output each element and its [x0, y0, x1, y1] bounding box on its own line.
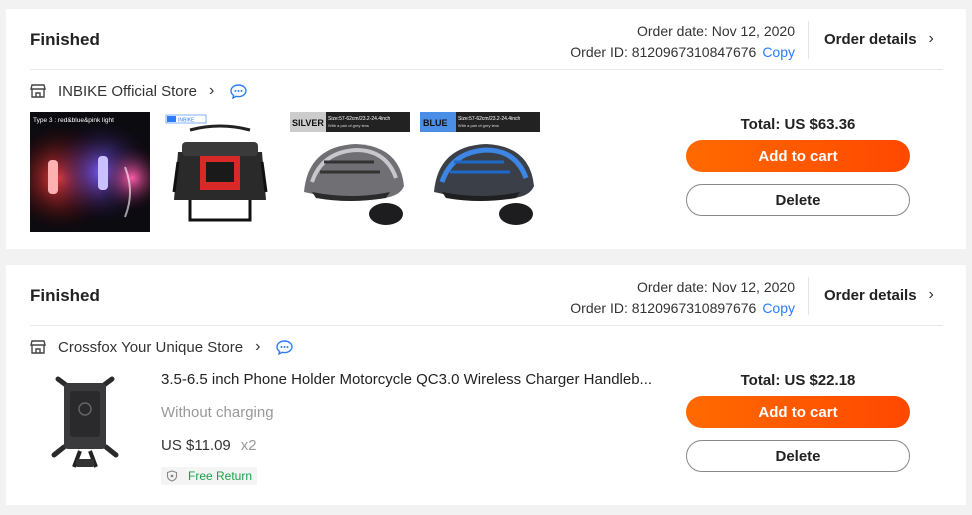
add-to-cart-button[interactable]: Add to cart	[686, 140, 910, 172]
product-thumbnail[interactable]: SILVER Size:57-62cm/23.2-24.4inch With a…	[290, 112, 410, 232]
product-thumbnail[interactable]: INBIKE	[160, 112, 280, 232]
blue-helmet-image: BLUE Size:57-62cm/23.2-24.4inch With a p…	[420, 112, 540, 225]
product-quantity: x2	[240, 437, 257, 454]
order-date: Order date: Nov 12, 2020	[637, 279, 795, 295]
phone-holder-image	[51, 376, 119, 468]
chat-icon[interactable]	[276, 339, 294, 355]
chat-icon[interactable]	[230, 83, 247, 99]
thumbnail-tag: BLUE	[423, 118, 448, 128]
divider	[30, 325, 943, 326]
chevron-right-icon: ›	[928, 30, 934, 47]
product-thumbnail[interactable]: Type 3 : red&blue&pink light	[30, 112, 150, 232]
chevron-right-icon[interactable]: ›	[209, 82, 214, 100]
product-sku: Without charging	[161, 404, 274, 421]
shop-icon	[30, 84, 46, 98]
order-details-link[interactable]: Order details ›	[824, 286, 934, 304]
order-details-label: Order details	[824, 30, 917, 48]
product-price-row: US $11.09 x2	[161, 437, 257, 454]
order-details-link[interactable]: Order details ›	[824, 30, 934, 48]
order-card: Finished Order date: Nov 12, 2020 Order …	[6, 9, 966, 249]
thumbnail-tag: SILVER	[292, 118, 324, 128]
order-details-label: Order details	[824, 286, 917, 304]
order-total: Total: US $22.18	[740, 372, 856, 389]
product-price: US $11.09	[161, 437, 231, 454]
handlebar-bag-image: INBIKE	[165, 114, 268, 222]
store-name[interactable]: INBIKE Official Store	[58, 83, 197, 100]
add-to-cart-button[interactable]: Add to cart	[686, 396, 910, 428]
order-card: Finished Order date: Nov 12, 2020 Order …	[6, 265, 966, 505]
divider	[808, 21, 809, 59]
shield-icon	[166, 470, 178, 482]
thumbnail-size: Size:57-62cm/23.2-24.4inch	[328, 116, 390, 122]
store-row: INBIKE Official Store ›	[30, 80, 247, 102]
product-title[interactable]: 3.5-6.5 inch Phone Holder Motorcycle QC3…	[161, 371, 652, 388]
store-row: Crossfox Your Unique Store ›	[30, 336, 294, 358]
store-name[interactable]: Crossfox Your Unique Store	[58, 339, 243, 356]
order-meta: Order date: Nov 12, 2020 Order ID: 81209…	[570, 21, 795, 63]
delete-button[interactable]: Delete	[686, 184, 910, 216]
thumbnail-size: Size:57-62cm/23.2-24.4inch	[458, 116, 520, 122]
copy-link[interactable]: Copy	[762, 300, 795, 316]
order-status: Finished	[30, 286, 100, 305]
order-id: Order ID: 8120967310847676	[570, 44, 757, 60]
divider	[30, 69, 943, 70]
order-total: Total: US $63.36	[740, 116, 856, 133]
order-id: Order ID: 8120967310897676	[570, 300, 757, 316]
copy-link[interactable]: Copy	[762, 44, 795, 60]
free-return-badge: Free Return	[161, 467, 258, 485]
delete-button[interactable]: Delete	[686, 440, 910, 472]
chevron-right-icon[interactable]: ›	[255, 338, 260, 356]
product-thumbnail[interactable]	[40, 371, 130, 471]
order-meta: Order date: Nov 12, 2020 Order ID: 81209…	[570, 277, 795, 319]
thumbnail-caption: INBIKE	[178, 118, 195, 124]
free-return-label: Free Return	[188, 469, 253, 483]
chevron-right-icon: ›	[928, 286, 934, 303]
shop-icon	[30, 340, 46, 354]
thumbnail-note: With a pair of grey lens	[328, 123, 369, 128]
thumbnail-caption: Type 3 : red&blue&pink light	[33, 117, 114, 124]
product-thumbnail[interactable]: BLUE Size:57-62cm/23.2-24.4inch With a p…	[420, 112, 540, 232]
thumbnail-note: With a pair of grey lens	[458, 123, 499, 128]
bike-light-image: Type 3 : red&blue&pink light	[30, 112, 150, 232]
divider	[808, 277, 809, 315]
order-date: Order date: Nov 12, 2020	[637, 23, 795, 39]
silver-helmet-image: SILVER Size:57-62cm/23.2-24.4inch With a…	[290, 112, 410, 225]
order-status: Finished	[30, 30, 100, 49]
